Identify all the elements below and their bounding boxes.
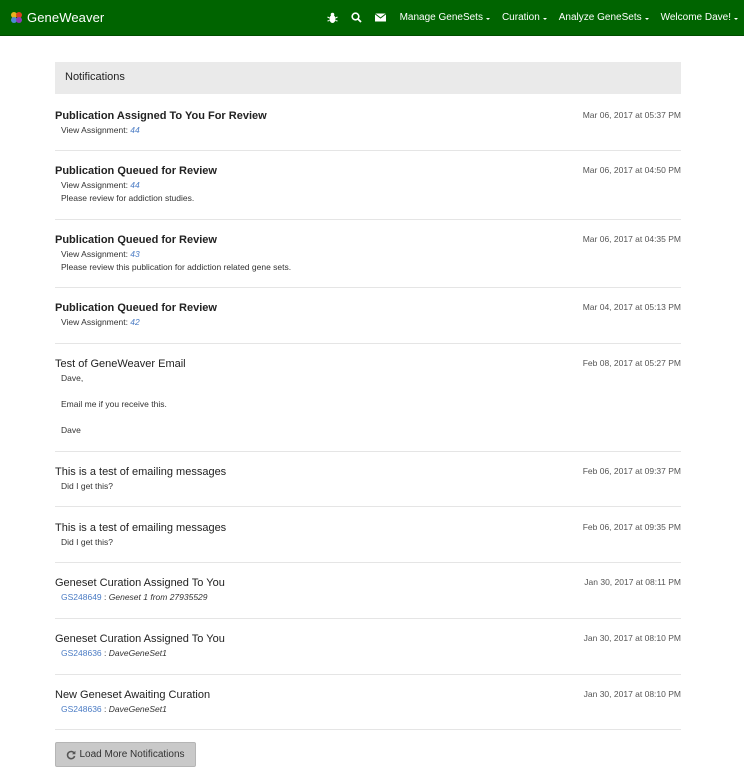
notification-line: View Assignment: 43 <box>61 249 140 259</box>
notification-message: Please review for addiction studies. <box>61 193 195 203</box>
notification-date: Jan 30, 2017 at 08:10 PM <box>583 633 681 643</box>
assignment-label: View Assignment: <box>61 249 131 259</box>
geneset-link[interactable]: GS248636 <box>61 704 102 714</box>
notification-line: GS248636 : DaveGeneSet1 <box>61 648 167 658</box>
notification-item: Geneset Curation Assigned To You Jan 30,… <box>55 562 681 619</box>
geneset-name: Geneset 1 from 27935529 <box>108 592 208 602</box>
notification-item: Publication Queued for Review Mar 04, 20… <box>55 287 681 344</box>
chevron-down-icon <box>485 17 490 20</box>
chevron-down-icon <box>542 17 547 20</box>
notification-message: Dave, <box>61 373 84 383</box>
notification-item: Geneset Curation Assigned To You Jan 30,… <box>55 618 681 675</box>
brand-name: GeneWeaver <box>27 9 105 25</box>
page-title: Notifications <box>65 71 125 83</box>
chevron-down-icon <box>644 17 649 20</box>
brand[interactable]: GeneWeaver <box>10 8 104 26</box>
nav-user-menu[interactable]: Welcome Dave! <box>661 12 738 23</box>
separator: : <box>101 648 109 658</box>
nav-user-label: Welcome Dave! <box>660 12 731 23</box>
notification-title: This is a test of emailing messages <box>55 522 227 534</box>
notification-title: Geneset Curation Assigned To You <box>55 633 225 645</box>
geneset-link[interactable]: GS248649 <box>61 592 102 602</box>
separator: : <box>101 592 109 602</box>
notification-message: Please review this publication for addic… <box>61 262 292 272</box>
nav-manage-genesets-label: Manage GeneSets <box>399 12 483 23</box>
notification-item: This is a test of emailing messages Feb … <box>55 451 681 507</box>
geneweaver-logo-icon <box>11 11 22 23</box>
notification-line: GS248636 : DaveGeneSet1 <box>61 704 167 714</box>
geneset-name: DaveGeneSet1 <box>108 704 167 714</box>
assignment-link[interactable]: 43 <box>130 249 139 259</box>
load-more-label: Load More Notifications <box>79 749 185 760</box>
notification-date: Feb 06, 2017 at 09:35 PM <box>582 522 681 532</box>
nav-curation-label: Curation <box>501 12 540 23</box>
notification-message: Did I get this? <box>61 481 113 491</box>
nav-analyze-genesets[interactable]: Analyze GeneSets <box>559 12 649 23</box>
notification-date: Jan 30, 2017 at 08:10 PM <box>583 689 681 699</box>
notification-date: Mar 06, 2017 at 04:50 PM <box>582 165 681 175</box>
notification-message: Did I get this? <box>61 537 113 547</box>
geneset-name: DaveGeneSet1 <box>108 648 167 658</box>
geneset-link[interactable]: GS248636 <box>61 648 102 658</box>
nav-manage-genesets[interactable]: Manage GeneSets <box>400 12 490 23</box>
search-icon[interactable] <box>350 11 364 25</box>
bug-icon[interactable] <box>326 11 340 25</box>
notification-date: Mar 06, 2017 at 04:35 PM <box>582 234 681 244</box>
nav-curation[interactable]: Curation <box>502 12 547 23</box>
notification-date: Mar 04, 2017 at 05:13 PM <box>582 302 681 312</box>
notification-message: Email me if you receive this. <box>61 399 167 409</box>
envelope-icon[interactable] <box>374 11 388 25</box>
assignment-label: View Assignment: <box>61 317 131 327</box>
notification-item: Publication Queued for Review Mar 06, 20… <box>55 219 681 288</box>
notification-date: Feb 08, 2017 at 05:27 PM <box>582 358 681 368</box>
notification-item: New Geneset Awaiting Curation Jan 30, 20… <box>55 674 681 730</box>
assignment-link[interactable]: 42 <box>130 317 139 327</box>
notification-item: Test of GeneWeaver Email Feb 08, 2017 at… <box>55 343 681 452</box>
top-navbar: GeneWeaver Manage GeneSets Curation Anal… <box>0 0 744 36</box>
notification-date: Mar 06, 2017 at 05:37 PM <box>582 110 681 120</box>
assignment-link[interactable]: 44 <box>130 125 139 135</box>
notification-line: View Assignment: 44 <box>61 125 140 135</box>
notification-message: Dave <box>61 425 81 435</box>
notification-line: View Assignment: 42 <box>61 317 140 327</box>
notification-title: Test of GeneWeaver Email <box>55 358 186 370</box>
notification-date: Jan 30, 2017 at 08:11 PM <box>584 577 681 587</box>
notification-title: Publication Queued for Review <box>55 302 217 314</box>
notification-title: Publication Queued for Review <box>55 165 217 177</box>
assignment-link[interactable]: 44 <box>130 180 139 190</box>
chevron-down-icon <box>734 17 738 20</box>
notification-title: Publication Queued for Review <box>55 234 217 246</box>
notification-title: New Geneset Awaiting Curation <box>55 689 211 701</box>
notification-date: Feb 06, 2017 at 09:37 PM <box>582 466 681 476</box>
notification-item: Publication Queued for Review Mar 06, 20… <box>55 150 681 220</box>
notification-line: GS248649 : Geneset 1 from 27935529 <box>61 592 208 602</box>
notification-title: Publication Assigned To You For Review <box>55 110 267 122</box>
separator: : <box>101 704 109 714</box>
nav-right: Manage GeneSets Curation Analyze GeneSet… <box>326 0 744 35</box>
assignment-label: View Assignment: <box>61 180 131 190</box>
notification-line: View Assignment: 44 <box>61 180 140 190</box>
notification-title: This is a test of emailing messages <box>55 466 227 478</box>
nav-analyze-genesets-label: Analyze GeneSets <box>558 12 642 23</box>
assignment-label: View Assignment: <box>61 125 131 135</box>
load-more-button[interactable]: Load More Notifications <box>55 742 196 767</box>
refresh-icon <box>67 750 76 759</box>
notification-item: Publication Assigned To You For Review M… <box>55 95 681 151</box>
notifications-header: Notifications <box>55 62 681 94</box>
notification-item: This is a test of emailing messages Feb … <box>55 506 681 563</box>
notification-title: Geneset Curation Assigned To You <box>55 577 225 589</box>
